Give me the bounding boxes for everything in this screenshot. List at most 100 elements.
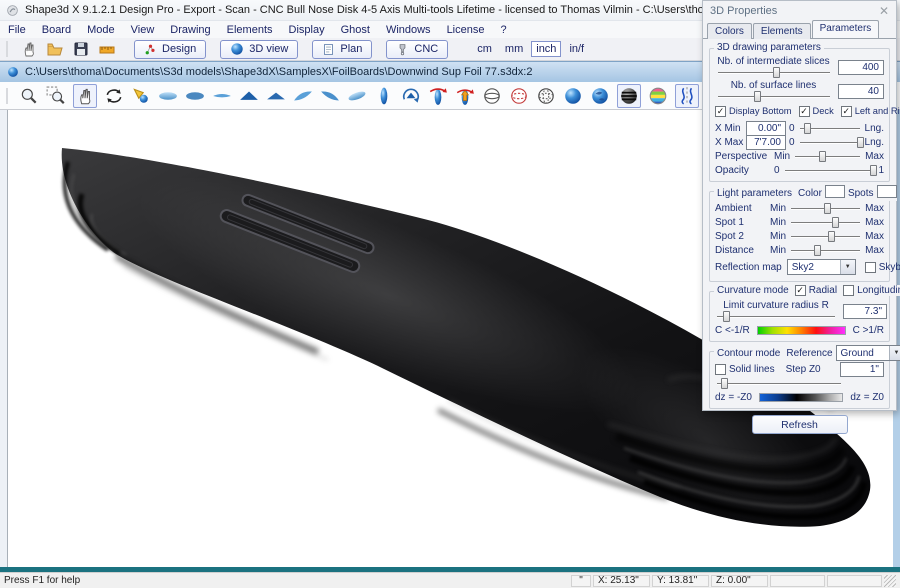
contour-left-label: dz = -Z0: [715, 392, 752, 403]
limit-curvature-slider[interactable]: [715, 311, 837, 322]
panel-close-icon[interactable]: ✕: [879, 4, 889, 18]
tail-view-icon[interactable]: [266, 86, 286, 106]
menu-display[interactable]: Display: [281, 23, 333, 37]
cnc-button[interactable]: CNC: [386, 40, 448, 59]
tab-elements[interactable]: Elements: [753, 23, 811, 39]
radial-label: Radial: [809, 285, 837, 296]
menu-file[interactable]: File: [0, 23, 34, 37]
toolbar-grip: [6, 41, 9, 57]
open-folder-icon[interactable]: [46, 40, 64, 58]
distance-slider[interactable]: [789, 245, 862, 256]
rotate-3d-icon[interactable]: [104, 86, 124, 106]
top-view-icon[interactable]: [158, 86, 178, 106]
spots-color-swatch[interactable]: [877, 185, 897, 198]
curvature-lines-icon[interactable]: [677, 86, 697, 106]
limit-curvature-label: Limit curvature radius R: [723, 300, 829, 311]
mesh-sphere-icon[interactable]: [536, 86, 556, 106]
menu-help[interactable]: ?: [492, 23, 514, 37]
unit-mm[interactable]: mm: [500, 41, 528, 57]
solid-sphere-icon[interactable]: [563, 86, 583, 106]
unit-cm[interactable]: cm: [472, 41, 497, 57]
refresh-button[interactable]: Refresh: [752, 415, 848, 434]
glove-pointer-icon[interactable]: [20, 40, 38, 58]
group-legend: 3D drawing parameters: [714, 42, 824, 53]
hiddenline-sphere-icon[interactable]: [509, 86, 529, 106]
left-right-checkbox[interactable]: ✓: [841, 106, 852, 117]
unit-inf[interactable]: in/f: [564, 41, 589, 57]
flip-board-icon[interactable]: [401, 86, 421, 106]
save-icon[interactable]: [72, 40, 90, 58]
perspective-view-icon[interactable]: [347, 86, 367, 106]
spotlight-icon[interactable]: [131, 86, 151, 106]
pan-hand-icon[interactable]: [75, 86, 95, 106]
spot2-min: Min: [770, 231, 786, 242]
step-z0-slider[interactable]: [715, 378, 843, 389]
status-x-coordinate: X: 25.13": [593, 575, 650, 587]
profile-view-icon[interactable]: [212, 86, 232, 106]
surface-lines-input[interactable]: 40: [838, 84, 884, 99]
rainbow-sphere-icon[interactable]: [648, 86, 668, 106]
solid-lines-checkbox[interactable]: [715, 364, 726, 375]
plan-button[interactable]: Plan: [312, 40, 372, 59]
menu-windows[interactable]: Windows: [378, 23, 439, 37]
unit-inch[interactable]: inch: [531, 41, 561, 57]
xmin-input[interactable]: 0.00": [746, 121, 786, 136]
menu-board[interactable]: Board: [34, 23, 79, 37]
spot1-slider[interactable]: [789, 217, 862, 228]
3d-view-button[interactable]: 3D view: [220, 40, 298, 59]
ambient-label: Ambient: [715, 203, 767, 214]
light-color-swatch[interactable]: [825, 185, 845, 198]
xmin-slider[interactable]: [798, 123, 862, 134]
lift-rotate-icon[interactable]: [455, 86, 475, 106]
reference-value: Ground: [837, 348, 889, 359]
bottom-view-icon[interactable]: [185, 86, 205, 106]
rail-left-view-icon[interactable]: [293, 86, 313, 106]
reference-select[interactable]: Ground ▼: [836, 345, 900, 361]
display-bottom-checkbox[interactable]: ✓: [715, 106, 726, 117]
xmin-label: X Min: [715, 123, 743, 134]
spot2-slider[interactable]: [789, 231, 862, 242]
resize-grip[interactable]: [884, 575, 896, 587]
nose-view-icon[interactable]: [239, 86, 259, 106]
status-empty-cell: [770, 575, 825, 587]
opacity-slider[interactable]: [783, 165, 876, 176]
zoom-window-icon[interactable]: [46, 86, 66, 106]
zoom-in-icon[interactable]: [19, 86, 39, 106]
menu-elements[interactable]: Elements: [219, 23, 281, 37]
tab-parameters[interactable]: Parameters: [812, 20, 880, 38]
menu-license[interactable]: License: [439, 23, 493, 37]
wireframe-sphere-icon[interactable]: [482, 86, 502, 106]
panel-tabs: Colors Elements Parameters: [703, 21, 896, 39]
skybox-checkbox[interactable]: [865, 262, 876, 273]
rotate-long-axis-icon[interactable]: [428, 86, 448, 106]
limit-curvature-input[interactable]: 7.3": [843, 304, 887, 319]
slices-input[interactable]: 400: [838, 60, 884, 75]
step-z0-input[interactable]: 1": [840, 362, 884, 377]
design-nodes-icon: [144, 43, 157, 56]
contour-gradient-bar: [759, 393, 843, 402]
opacity-label: Opacity: [715, 165, 771, 176]
menu-mode[interactable]: Mode: [79, 23, 123, 37]
cnc-head-icon: [396, 43, 409, 56]
front-view-icon[interactable]: [374, 86, 394, 106]
stripes-sphere-icon[interactable]: [619, 86, 639, 106]
xmax-input[interactable]: 7'7.00: [746, 135, 786, 150]
tab-colors[interactable]: Colors: [707, 23, 752, 39]
measure-icon[interactable]: [98, 40, 116, 58]
rail-right-view-icon[interactable]: [320, 86, 340, 106]
deck-checkbox[interactable]: ✓: [799, 106, 810, 117]
slices-slider[interactable]: [716, 67, 832, 78]
menu-drawing[interactable]: Drawing: [162, 23, 218, 37]
menu-view[interactable]: View: [123, 23, 163, 37]
longitudinal-checkbox[interactable]: [843, 285, 854, 296]
xmax-slider[interactable]: [798, 137, 862, 148]
group-curvature-mode: Curvature mode ✓ Radial Longitudinal Lim…: [709, 291, 890, 342]
reflection-map-select[interactable]: Sky2 ▼: [787, 259, 856, 275]
ambient-slider[interactable]: [789, 203, 862, 214]
perspective-slider[interactable]: [793, 151, 862, 162]
surface-lines-slider[interactable]: [716, 91, 832, 102]
design-button[interactable]: Design: [134, 40, 206, 59]
texture-sphere-icon[interactable]: [590, 86, 610, 106]
radial-checkbox[interactable]: ✓: [795, 285, 806, 296]
menu-ghost[interactable]: Ghost: [333, 23, 378, 37]
